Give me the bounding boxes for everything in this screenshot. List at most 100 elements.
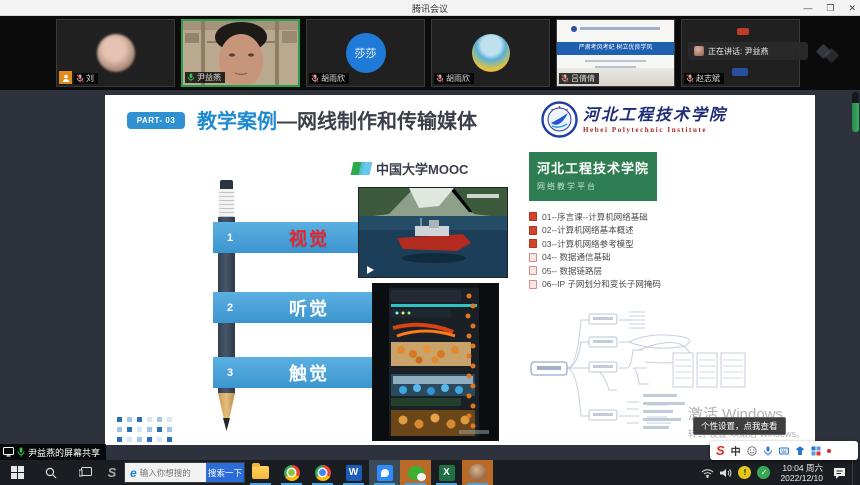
institute-name-cn: 河北工程技术学院 xyxy=(583,101,727,125)
participant-tile[interactable]: 严肃考风考纪 树立优良学风 吕倩倩 xyxy=(556,19,675,87)
part-badge: PART- 03 xyxy=(127,112,185,129)
emoji-icon[interactable] xyxy=(747,446,757,456)
tray-app-green-icon[interactable]: ✓ xyxy=(757,466,770,479)
tray-app-yellow-icon[interactable]: ! xyxy=(738,466,751,479)
avatar: 莎莎 xyxy=(346,33,386,73)
mooc-flag-icon xyxy=(352,162,370,175)
tencent-meeting-icon[interactable] xyxy=(369,460,400,485)
participant-tile[interactable]: 莎莎 胡雨欣 李莎莎 xyxy=(306,19,425,87)
screen-share-text: 尹益燕的屏幕共享 xyxy=(28,446,100,459)
participant-name: 胡雨欣 xyxy=(321,73,345,84)
window-title: 腾讯会议 xyxy=(0,2,860,15)
minimize-button[interactable]: — xyxy=(803,0,812,16)
course-item[interactable]: 03--计算机网络参考模型 xyxy=(529,237,759,251)
taskbar: S e 搜索一下 W X ! ✓ 10:04 周六 2022/12/10 xyxy=(0,460,860,485)
course-item[interactable]: 05-- 数据链路层 xyxy=(529,264,759,278)
banner-number: 1 xyxy=(213,232,247,244)
word-icon[interactable]: W xyxy=(338,460,369,485)
video-strip: 刘 尹益燕 xyxy=(0,16,860,90)
platform-header: 河北工程技术学院 网络教学平台 xyxy=(529,152,657,201)
banner-label: 视觉 xyxy=(289,225,329,251)
keyboard-icon[interactable] xyxy=(779,446,789,456)
course-item[interactable]: 01--序言课--计算机网络基础 xyxy=(529,210,759,224)
system-tray: ! ✓ 10:04 周六 2022/12/10 xyxy=(701,460,860,485)
banner-label: 听觉 xyxy=(289,295,329,321)
task-view-icon[interactable] xyxy=(68,460,102,485)
search-go-button[interactable]: 搜索一下 xyxy=(206,463,244,482)
sogou-input-bar[interactable]: S 中 xyxy=(710,441,858,460)
course-doc-icon xyxy=(529,266,537,275)
input-language-icon[interactable]: 中 xyxy=(731,443,741,458)
avatar xyxy=(472,34,510,72)
clock[interactable]: 10:04 周六 2022/12/10 xyxy=(776,463,827,483)
toolbox-icon[interactable] xyxy=(811,446,821,456)
volume-icon[interactable] xyxy=(720,468,732,478)
participant-name: 吕倩倩 xyxy=(571,73,595,84)
participant-tile[interactable]: 胡雨欣 xyxy=(431,19,550,87)
browser-icon[interactable] xyxy=(276,460,307,485)
sogou-tooltip[interactable]: 个性设置，点我查看 xyxy=(693,417,786,435)
course-title: 04-- 数据通信基础 xyxy=(542,251,610,263)
institute-emblem-icon xyxy=(541,101,578,138)
avatar xyxy=(97,34,135,72)
slide-title: 教学案例—网线制作和传输媒体 xyxy=(197,105,477,134)
course-doc-icon xyxy=(529,212,537,221)
course-item[interactable]: 02--计算机网络基本概述 xyxy=(529,224,759,238)
wifi-icon[interactable] xyxy=(701,468,714,478)
titlebar: 腾讯会议 — ❐ ✕ xyxy=(0,0,860,16)
taskbar-search-box[interactable]: e 搜索一下 xyxy=(124,462,245,483)
screen-icon xyxy=(3,447,14,457)
search-input[interactable] xyxy=(140,468,210,478)
course-title: 02--计算机网络基本概述 xyxy=(542,224,634,236)
sogou-taskbar-icon[interactable]: S xyxy=(102,465,122,480)
file-explorer-icon[interactable] xyxy=(245,460,276,485)
participant-name: 尹益燕 xyxy=(197,72,221,83)
banner-label: 触觉 xyxy=(289,360,329,386)
course-item[interactable]: 04-- 数据通信基础 xyxy=(529,251,759,265)
slide-title-highlight: 教学案例 xyxy=(197,111,277,133)
mooc-label: 中国大学MOOC xyxy=(376,159,468,178)
voice-input-icon[interactable] xyxy=(763,446,773,456)
mini-logo-icon xyxy=(571,26,577,32)
avatar-initials: 莎莎 xyxy=(355,45,377,61)
chrome-icon[interactable] xyxy=(307,460,338,485)
skin-icon[interactable] xyxy=(795,446,805,456)
speaking-toast: 正在讲话: 尹益燕 xyxy=(688,42,808,60)
banner-number: 3 xyxy=(213,367,247,379)
avatar-fragment xyxy=(732,68,748,76)
tencent-meeting-window: 腾讯会议 — ❐ ✕ 刘 xyxy=(0,0,860,485)
slide-title-rest: —网线制作和传输媒体 xyxy=(277,111,477,133)
photos-app-icon[interactable] xyxy=(462,460,493,485)
course-title: 03--计算机网络参考模型 xyxy=(542,238,634,250)
tray-time: 10:04 周六 xyxy=(780,463,823,473)
course-doc-icon xyxy=(529,239,537,248)
close-button[interactable]: ✕ xyxy=(848,0,856,16)
course-title: 05-- 数据链路层 xyxy=(542,265,602,277)
wechat-icon[interactable] xyxy=(400,460,431,485)
screen-share-label: 尹益燕的屏幕共享 xyxy=(0,444,106,460)
platform-subtitle: 网络教学平台 xyxy=(537,181,649,192)
presentation-slide: PART- 03 教学案例—网线制作和传输媒体 河北工程技术学院 Hebei P… xyxy=(105,95,815,445)
edge-icon: e xyxy=(130,466,137,480)
participant-tile[interactable]: 刘 xyxy=(56,19,175,87)
scrollbar-thumb[interactable] xyxy=(852,92,859,132)
sogou-logo-icon[interactable]: S xyxy=(716,443,725,458)
mic-muted-icon xyxy=(76,74,84,83)
search-icon[interactable] xyxy=(34,460,68,485)
course-item[interactable]: 06--IP 子网划分和变长子网掩码 xyxy=(529,278,759,292)
show-desktop-button[interactable] xyxy=(852,460,856,485)
course-title: 01--序言课--计算机网络基础 xyxy=(542,211,648,223)
mic-on-icon xyxy=(187,73,195,82)
excel-icon[interactable]: X xyxy=(431,460,462,485)
maximize-button[interactable]: ❐ xyxy=(826,0,834,16)
mic-muted-icon xyxy=(311,74,319,83)
speaking-toast-text: 正在讲话: 尹益燕 xyxy=(708,46,768,57)
participant-name: 赵志斌 xyxy=(696,73,720,84)
course-list: 01--序言课--计算机网络基础 02--计算机网络基本概述 03--计算机网络… xyxy=(529,210,759,291)
ship-video-thumbnail[interactable] xyxy=(358,187,508,278)
participant-tile-speaking[interactable]: 尹益燕 xyxy=(181,19,300,87)
banner-number: 2 xyxy=(213,302,247,314)
start-button[interactable] xyxy=(0,460,34,485)
notification-icon[interactable] xyxy=(833,467,846,479)
course-doc-icon xyxy=(529,253,537,262)
